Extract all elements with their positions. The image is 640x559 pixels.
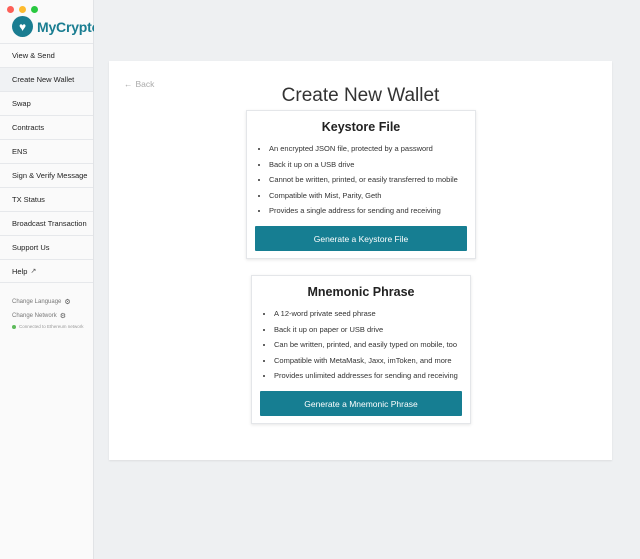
- list-item: Cannot be written, printed, or easily tr…: [269, 172, 458, 188]
- list-item: Back it up on a USB drive: [269, 157, 458, 173]
- list-item: Can be written, printed, and easily type…: [274, 337, 458, 353]
- keystore-heading: Keystore File: [321, 120, 401, 134]
- mnemonic-feature-list: A 12-word private seed phrase Back it up…: [262, 306, 458, 384]
- list-item: Compatible with Mist, Parity, Geth: [269, 188, 458, 204]
- minimize-window-button[interactable]: [19, 6, 26, 13]
- sidebar-item-label: Swap: [12, 99, 31, 108]
- gear-icon: ⚙: [64, 299, 71, 306]
- sidebar-item-create-new-wallet[interactable]: Create New Wallet: [0, 67, 93, 91]
- list-item: A 12-word private seed phrase: [274, 306, 458, 322]
- change-language-button[interactable]: Change Language ⚙: [12, 295, 84, 309]
- connection-status-label: Connected to Ethereum network: [19, 324, 84, 329]
- sidebar-item-tx-status[interactable]: TX Status: [0, 187, 93, 211]
- keystore-file-card: Keystore File An encrypted JSON file, pr…: [246, 110, 476, 259]
- connection-dot-icon: [12, 324, 16, 329]
- sidebar-item-label: ENS: [12, 147, 28, 156]
- sidebar-item-contracts[interactable]: Contracts: [0, 115, 93, 139]
- sidebar-nav: View & Send Create New Wallet Swap Contr…: [0, 43, 93, 283]
- create-wallet-panel: ←Back Create New Wallet Keystore File An…: [109, 61, 612, 460]
- connection-status: Connected to Ethereum network: [12, 324, 84, 329]
- change-language-label: Change Language: [12, 299, 62, 305]
- external-link-icon: ↗: [30, 268, 37, 275]
- mnemonic-phrase-card: Mnemonic Phrase A 12-word private seed p…: [251, 275, 471, 424]
- sidebar-item-label: Contracts: [12, 123, 45, 132]
- close-window-button[interactable]: [7, 6, 14, 13]
- app-name: MyCrypto: [37, 18, 100, 35]
- list-item: Provides a single address for sending an…: [269, 203, 458, 219]
- mnemonic-heading: Mnemonic Phrase: [307, 285, 415, 299]
- sidebar-item-support-us[interactable]: Support Us: [0, 235, 93, 259]
- main-content: ←Back Create New Wallet Keystore File An…: [94, 0, 640, 559]
- sidebar-item-view-send[interactable]: View & Send: [0, 43, 93, 67]
- generate-keystore-button[interactable]: Generate a Keystore File: [255, 226, 467, 251]
- sidebar: ♥ MyCrypto View & Send Create New Wallet…: [0, 0, 100, 559]
- sidebar-item-ens[interactable]: ENS: [0, 139, 93, 163]
- generate-mnemonic-button[interactable]: Generate a Mnemonic Phrase: [260, 391, 462, 416]
- sidebar-item-label: Sign & Verify Message: [12, 171, 88, 180]
- app-logo[interactable]: ♥ MyCrypto: [12, 16, 100, 37]
- sidebar-settings: Change Language ⚙ Change Network ⚙ Connect…: [12, 295, 84, 329]
- sidebar-item-label: Create New Wallet: [12, 75, 75, 84]
- change-network-button[interactable]: Change Network ⚙: [12, 309, 84, 323]
- list-item: Compatible with MetaMask, Jaxx, imToken,…: [274, 353, 458, 369]
- gear-icon: ⚙: [59, 313, 66, 320]
- sidebar-item-label: TX Status: [12, 195, 45, 204]
- sidebar-item-help[interactable]: Help ↗: [0, 259, 93, 283]
- change-network-label: Change Network: [12, 313, 57, 319]
- sidebar-item-swap[interactable]: Swap: [0, 91, 93, 115]
- sidebar-item-label: View & Send: [12, 51, 55, 60]
- list-item: Back it up on paper or USB drive: [274, 322, 458, 338]
- sidebar-item-label: Help: [12, 266, 28, 276]
- sidebar-item-sign-verify-message[interactable]: Sign & Verify Message: [0, 163, 93, 187]
- page-title: Create New Wallet: [281, 84, 440, 106]
- list-item: An encrypted JSON file, protected by a p…: [269, 141, 458, 157]
- window-controls: [7, 6, 38, 13]
- app-window: ♥ MyCrypto View & Send Create New Wallet…: [0, 0, 640, 559]
- mycrypto-logo-icon: ♥: [12, 16, 33, 37]
- sidebar-item-label: Broadcast Transaction: [12, 219, 87, 228]
- list-item: Provides unlimited addresses for sending…: [274, 368, 458, 384]
- keystore-feature-list: An encrypted JSON file, protected by a p…: [257, 141, 458, 219]
- sidebar-item-label: Support Us: [12, 243, 50, 252]
- sidebar-item-broadcast-transaction[interactable]: Broadcast Transaction: [0, 211, 93, 235]
- zoom-window-button[interactable]: [31, 6, 38, 13]
